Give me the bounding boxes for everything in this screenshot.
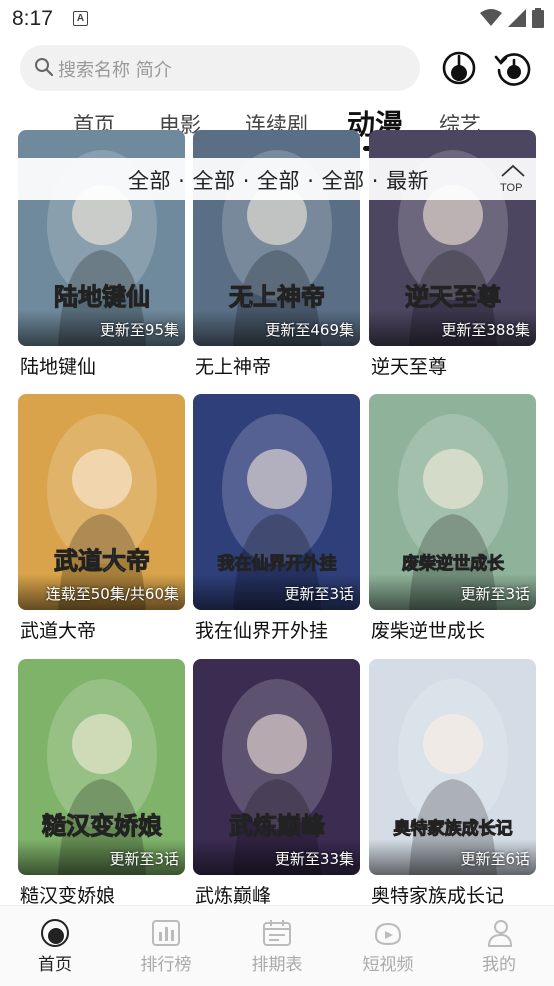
poster-title-art: 奥特家族成长记 (394, 818, 513, 839)
filter-options[interactable]: 全部 · 全部 · 全部 · 全部 · 最新 (128, 165, 429, 195)
poster-image[interactable]: 武道大帝连载至50集/共60集 (18, 394, 185, 610)
video-card[interactable]: 武炼巅峰 更新至33集 武炼巅峰 (193, 659, 360, 915)
video-title[interactable]: 奥特家族成长记 (371, 881, 504, 908)
nav-home-label: 首页 (38, 955, 72, 975)
video-card[interactable]: 奥特家族成长记 更新至6话 奥特家族成长记 (369, 659, 536, 915)
poster-title-art: 陆地键仙 (54, 283, 150, 311)
video-grid: 陆地键仙 更新至95集 陆地键仙 无上神帝 更新至469集 无上神帝 逆天至尊 更新至388集… (0, 0, 554, 985)
nav-home[interactable]: 首页 (15, 918, 95, 975)
filter-bar: 全部 · 全部 · 全部 · 全部 · 最新 TOP (0, 158, 554, 200)
poster-title-art: 武炼巅峰 (229, 812, 325, 840)
video-card[interactable]: 废柴逆世成长 更新至3话 废柴逆世成长 (369, 394, 536, 650)
short-video-icon (374, 922, 402, 946)
video-title[interactable]: 废柴逆世成长 (371, 616, 485, 643)
nav-ranking-label: 排行榜 (140, 955, 192, 975)
poster-image[interactable]: 我在仙界开外挂更新至3话 (193, 394, 360, 610)
episode-badge: 更新至3话 (460, 585, 530, 603)
chevron-up-icon (501, 164, 525, 177)
episode-badge: 更新至3话 (109, 850, 179, 868)
back-to-top-button[interactable]: TOP (498, 162, 528, 196)
home-icon (41, 919, 69, 947)
video-card[interactable]: 糙汉变娇娘 更新至3话 糙汉变娇娘 (18, 659, 185, 915)
video-title[interactable]: 陆地键仙 (20, 352, 96, 379)
poster-title-art: 我在仙界开外挂 (218, 553, 337, 574)
video-title[interactable]: 逆天至尊 (371, 352, 447, 379)
video-title[interactable]: 武道大帝 (20, 616, 96, 643)
video-title[interactable]: 武炼巅峰 (195, 881, 271, 908)
nav-short-video[interactable]: 短视频 (348, 918, 428, 975)
video-card[interactable]: 武道大帝 连载至50集/共60集 武道大帝 (18, 394, 185, 650)
profile-icon (487, 920, 513, 947)
nav-profile-label: 我的 (482, 955, 516, 975)
video-card[interactable]: 我在仙界开外挂 更新至3话 我在仙界开外挂 (193, 394, 360, 650)
episode-badge: 更新至95集 (99, 321, 179, 339)
poster-image[interactable]: 武炼巅峰更新至33集 (193, 659, 360, 875)
episode-badge: 连载至50集/共60集 (45, 585, 179, 603)
poster-image[interactable]: 糙汉变娇娘更新至3话 (18, 659, 185, 875)
episode-badge: 更新至388集 (441, 321, 530, 339)
episode-badge: 更新至3话 (284, 585, 354, 603)
video-title[interactable]: 我在仙界开外挂 (195, 616, 328, 643)
episode-badge: 更新至469集 (265, 321, 354, 339)
episode-badge: 更新至6话 (460, 850, 530, 868)
video-title[interactable]: 无上神帝 (195, 352, 271, 379)
back-to-top-label: TOP (500, 182, 523, 194)
nav-profile[interactable]: 我的 (459, 918, 539, 975)
video-title[interactable]: 糙汉变娇娘 (20, 881, 115, 908)
poster-title-art: 武道大帝 (54, 547, 150, 575)
poster-title-art: 糙汉变娇娘 (42, 812, 162, 840)
nav-ranking[interactable]: 排行榜 (126, 918, 206, 975)
poster-title-art: 无上神帝 (229, 283, 325, 311)
nav-schedule-label: 排期表 (251, 955, 303, 975)
nav-schedule[interactable]: 排期表 (237, 918, 317, 975)
poster-image[interactable]: 废柴逆世成长更新至3话 (369, 394, 536, 610)
schedule-icon (263, 920, 291, 946)
bottom-navigation: 首页 排行榜 排期表 短视频 我的 (0, 905, 554, 986)
poster-title-art: 废柴逆世成长 (402, 553, 505, 574)
poster-title-art: 逆天至尊 (405, 283, 501, 311)
episode-badge: 更新至33集 (274, 850, 354, 868)
poster-image[interactable]: 奥特家族成长记更新至6话 (369, 659, 536, 875)
nav-short-video-label: 短视频 (362, 955, 414, 975)
ranking-icon (152, 920, 180, 946)
